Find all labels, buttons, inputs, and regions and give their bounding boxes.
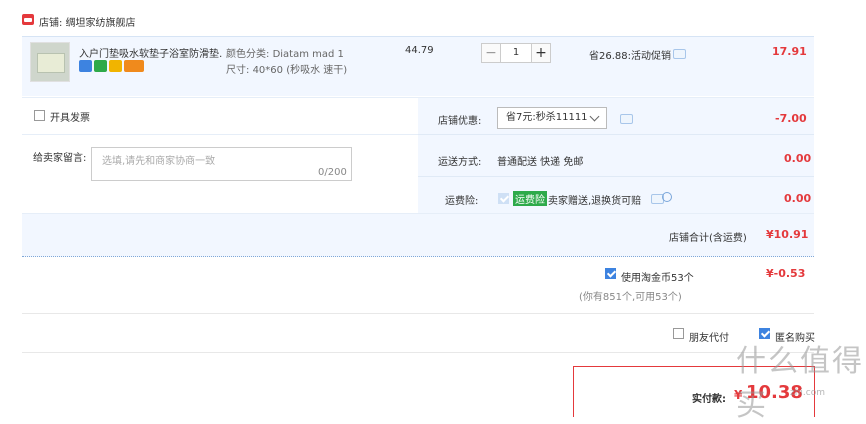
sku-color: 颜色分类: Diatam mad 1 [226,45,344,60]
message-label: 给卖家留言: [33,153,87,164]
color-label: 颜色分类: [226,49,270,60]
insurance-tag: 运费险 [513,191,547,206]
seven-day-return-icon [94,60,107,72]
insurance-checkbox [498,193,509,204]
shop-total-label: 店铺合计(含运费) [669,233,747,244]
section-divider [22,352,814,353]
coins-note: (你有851个,可用53个) [579,292,682,303]
service-badge-icon [79,60,92,72]
coins-amount: ¥-0.53 [766,267,806,280]
coins-checkbox[interactable] [605,268,616,279]
item-subtotal: 17.91 [772,45,807,58]
shipping-label: 运送方式: [438,157,482,168]
message-counter: 0/200 [318,167,347,178]
size-value: 40*60 (秒吸水 速干) [252,65,348,76]
invoice-label: 开具发票 [50,113,90,124]
payment-label: 实付款: [692,394,726,405]
quantity-increase-button[interactable]: + [531,43,551,63]
unit-price: 44.79 [405,45,434,56]
discount-info-icon[interactable] [620,114,633,124]
friend-pay-checkbox[interactable] [673,328,684,339]
watermark-logo: 什么值得买 [736,344,864,423]
guarantee-badge-icon [109,60,122,72]
invoice-checkbox[interactable] [34,110,45,121]
discount-amount: -7.00 [775,112,807,125]
shop-total-amount: ¥10.91 [766,228,809,241]
size-label: 尺寸: [226,65,250,76]
product-title-link[interactable]: 入户门垫吸水软垫子浴室防滑垫… [79,45,223,60]
shop-name-link[interactable]: 绸坦家纺旗舰店 [66,18,136,29]
sku-size: 尺寸: 40*60 (秒吸水 速干) [226,61,347,76]
insurance-value: 卖家赠送,退换货可赔 [548,196,642,207]
promo-text: 省26.88:活动促销 [589,51,671,62]
insurance-amount: 0.00 [784,192,812,205]
friend-pay-label: 朋友代付 [689,333,729,344]
shop-label: 店铺: [39,18,63,29]
shipping-value: 普通配送 快递 免邮 [497,157,584,168]
row-divider [418,134,814,135]
quantity-decrease-button[interactable]: − [481,43,501,63]
quantity-input[interactable]: 1 [501,43,531,63]
credit-card-icon [124,60,144,72]
promo-info-icon[interactable] [673,49,686,59]
help-icon[interactable] [662,192,672,202]
watermark-url: zhi.com [790,388,826,398]
section-divider [22,313,814,314]
row-divider [418,176,814,177]
message-placeholder: 选填,请先和商家协商一致 [102,156,216,167]
color-value: Diatam mad 1 [272,49,344,60]
shop-icon [22,14,34,25]
discount-label: 店铺优惠: [438,116,482,127]
shipping-amount: 0.00 [784,152,812,165]
shop-header: 店铺: 绸坦家纺旗舰店 [39,14,136,29]
row-divider [22,134,418,135]
coins-label: 使用淘金币53个 [621,273,694,284]
insurance-label: 运费险: [445,196,479,207]
product-thumbnail[interactable] [30,42,70,82]
